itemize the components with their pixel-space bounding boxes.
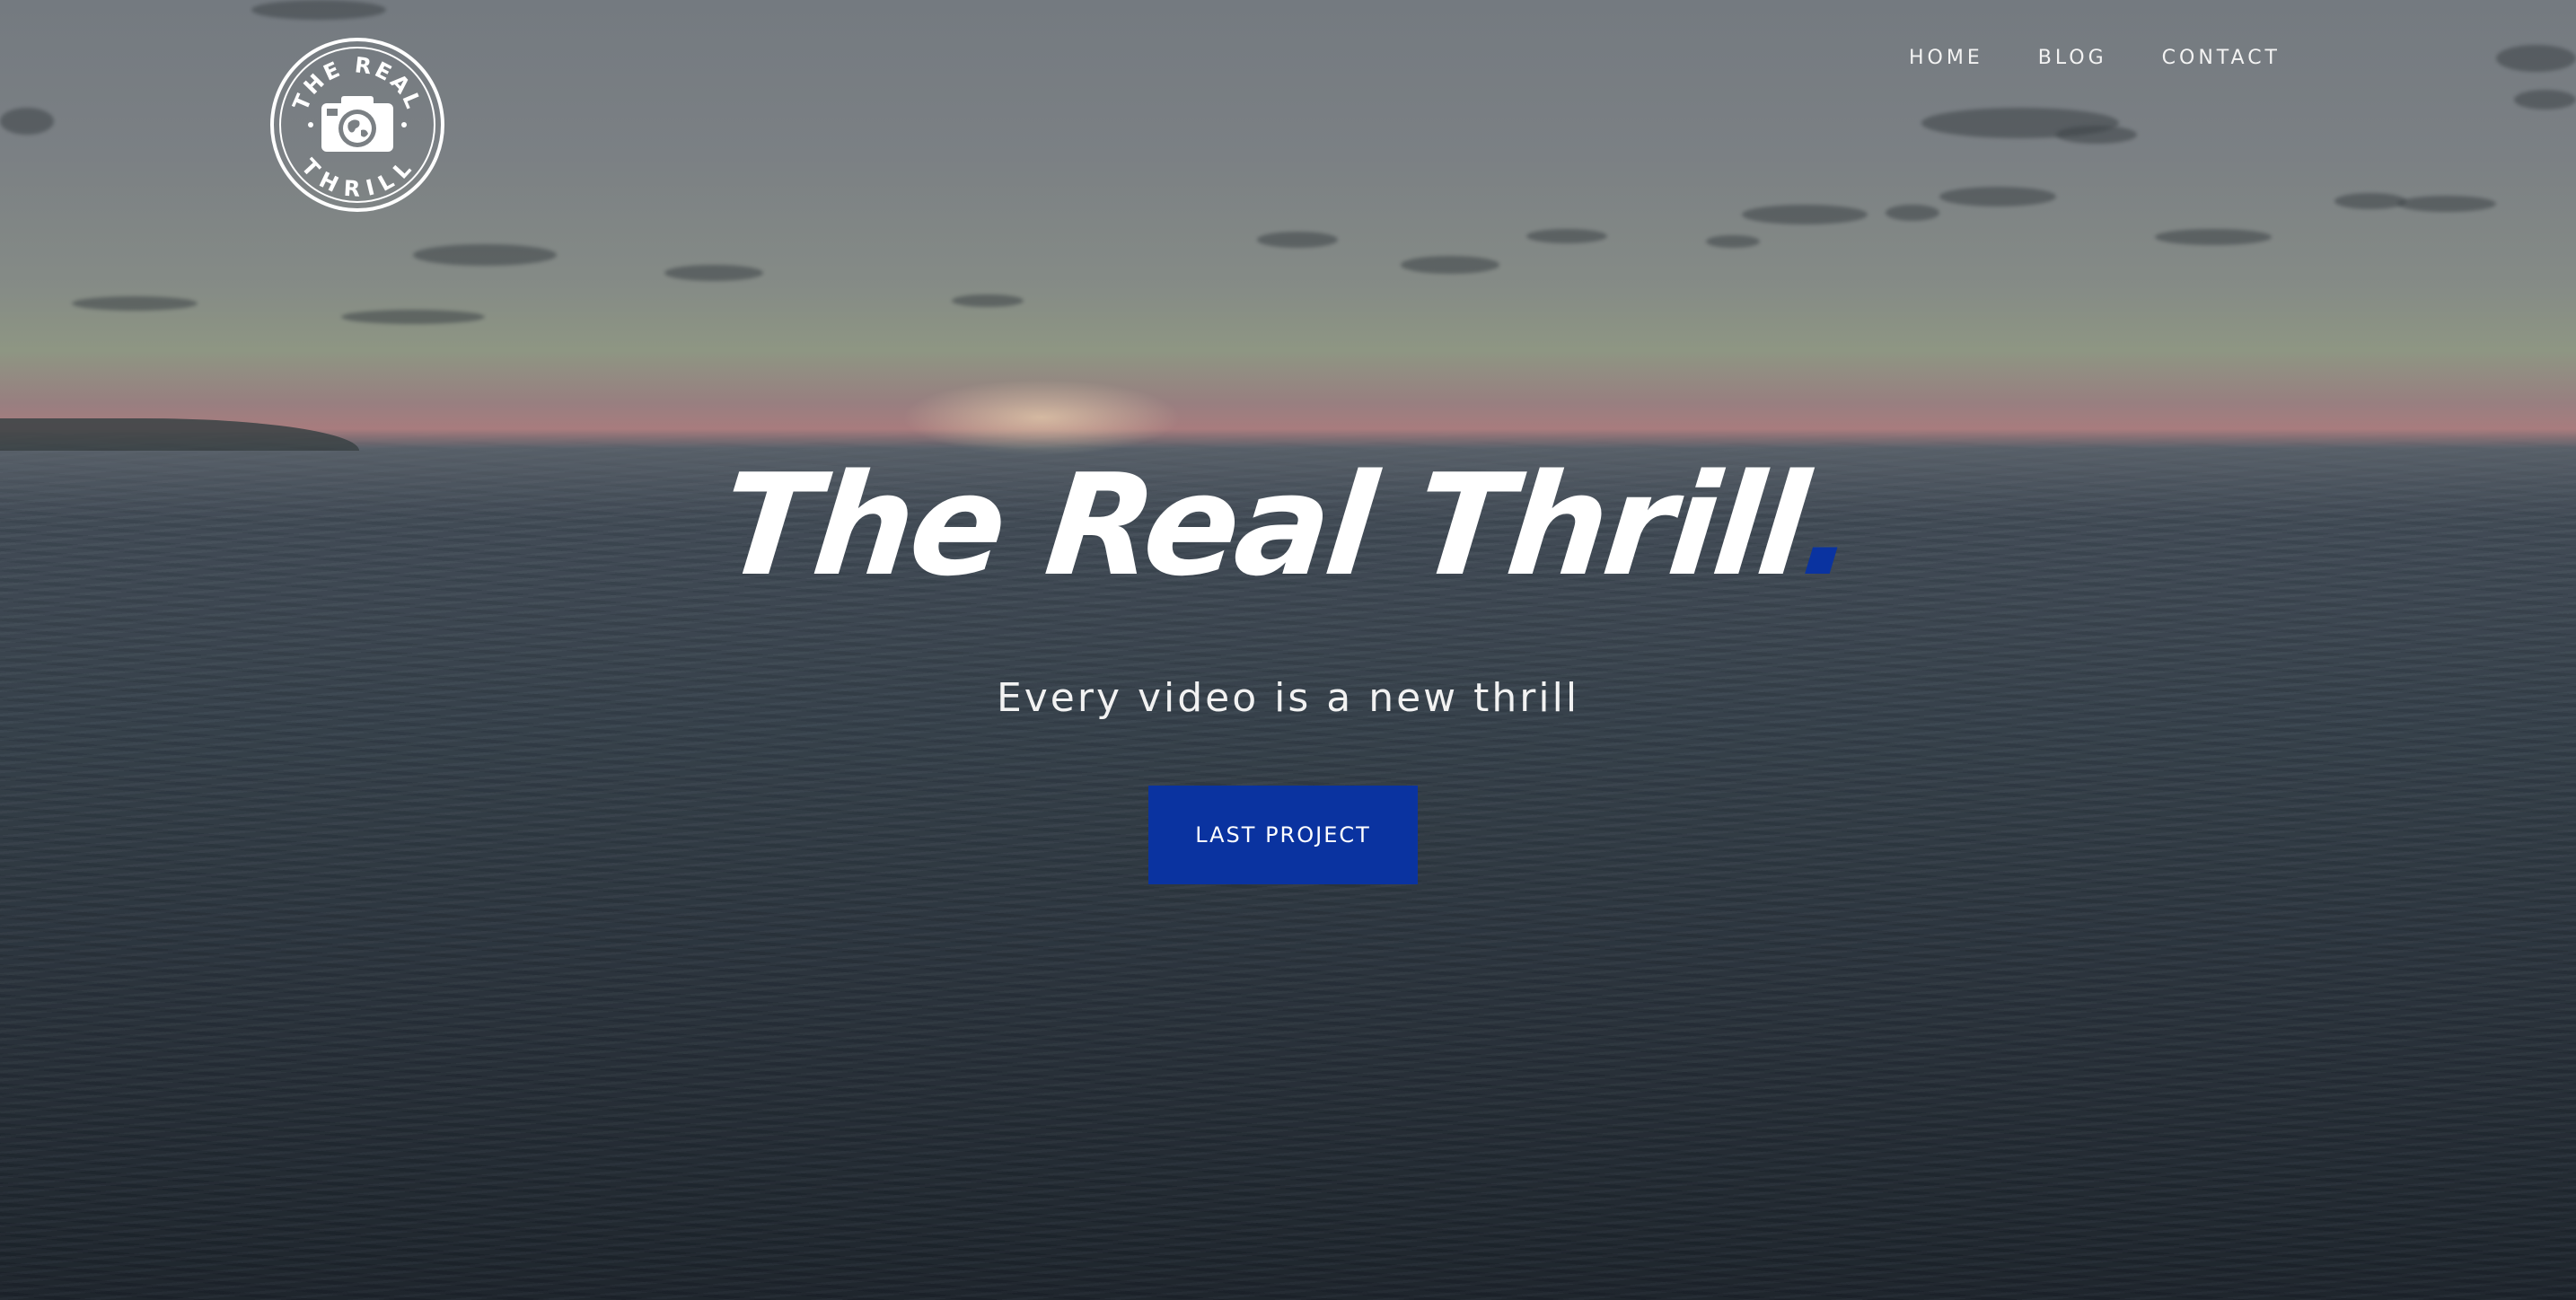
svg-text:THRILL: THRILL <box>296 154 418 202</box>
hero-title-text: The Real Thrill <box>714 444 1813 607</box>
camera-globe-badge-icon: THE REAL THRILL <box>270 38 444 212</box>
hero-subtitle: Every video is a new thrill <box>996 675 1580 721</box>
nav-home-link[interactable]: HOME <box>1909 47 1983 69</box>
site-logo[interactable]: THE REAL THRILL <box>269 37 445 213</box>
main-nav: HOME BLOG CONTACT <box>1909 47 2281 69</box>
nav-blog-link[interactable]: BLOG <box>2038 47 2107 69</box>
nav-contact-link[interactable]: CONTACT <box>2162 47 2281 69</box>
hero-title: The Real Thrill. <box>0 444 2576 607</box>
last-project-button[interactable]: LAST PROJECT <box>1148 786 1418 884</box>
coastline <box>0 418 359 451</box>
